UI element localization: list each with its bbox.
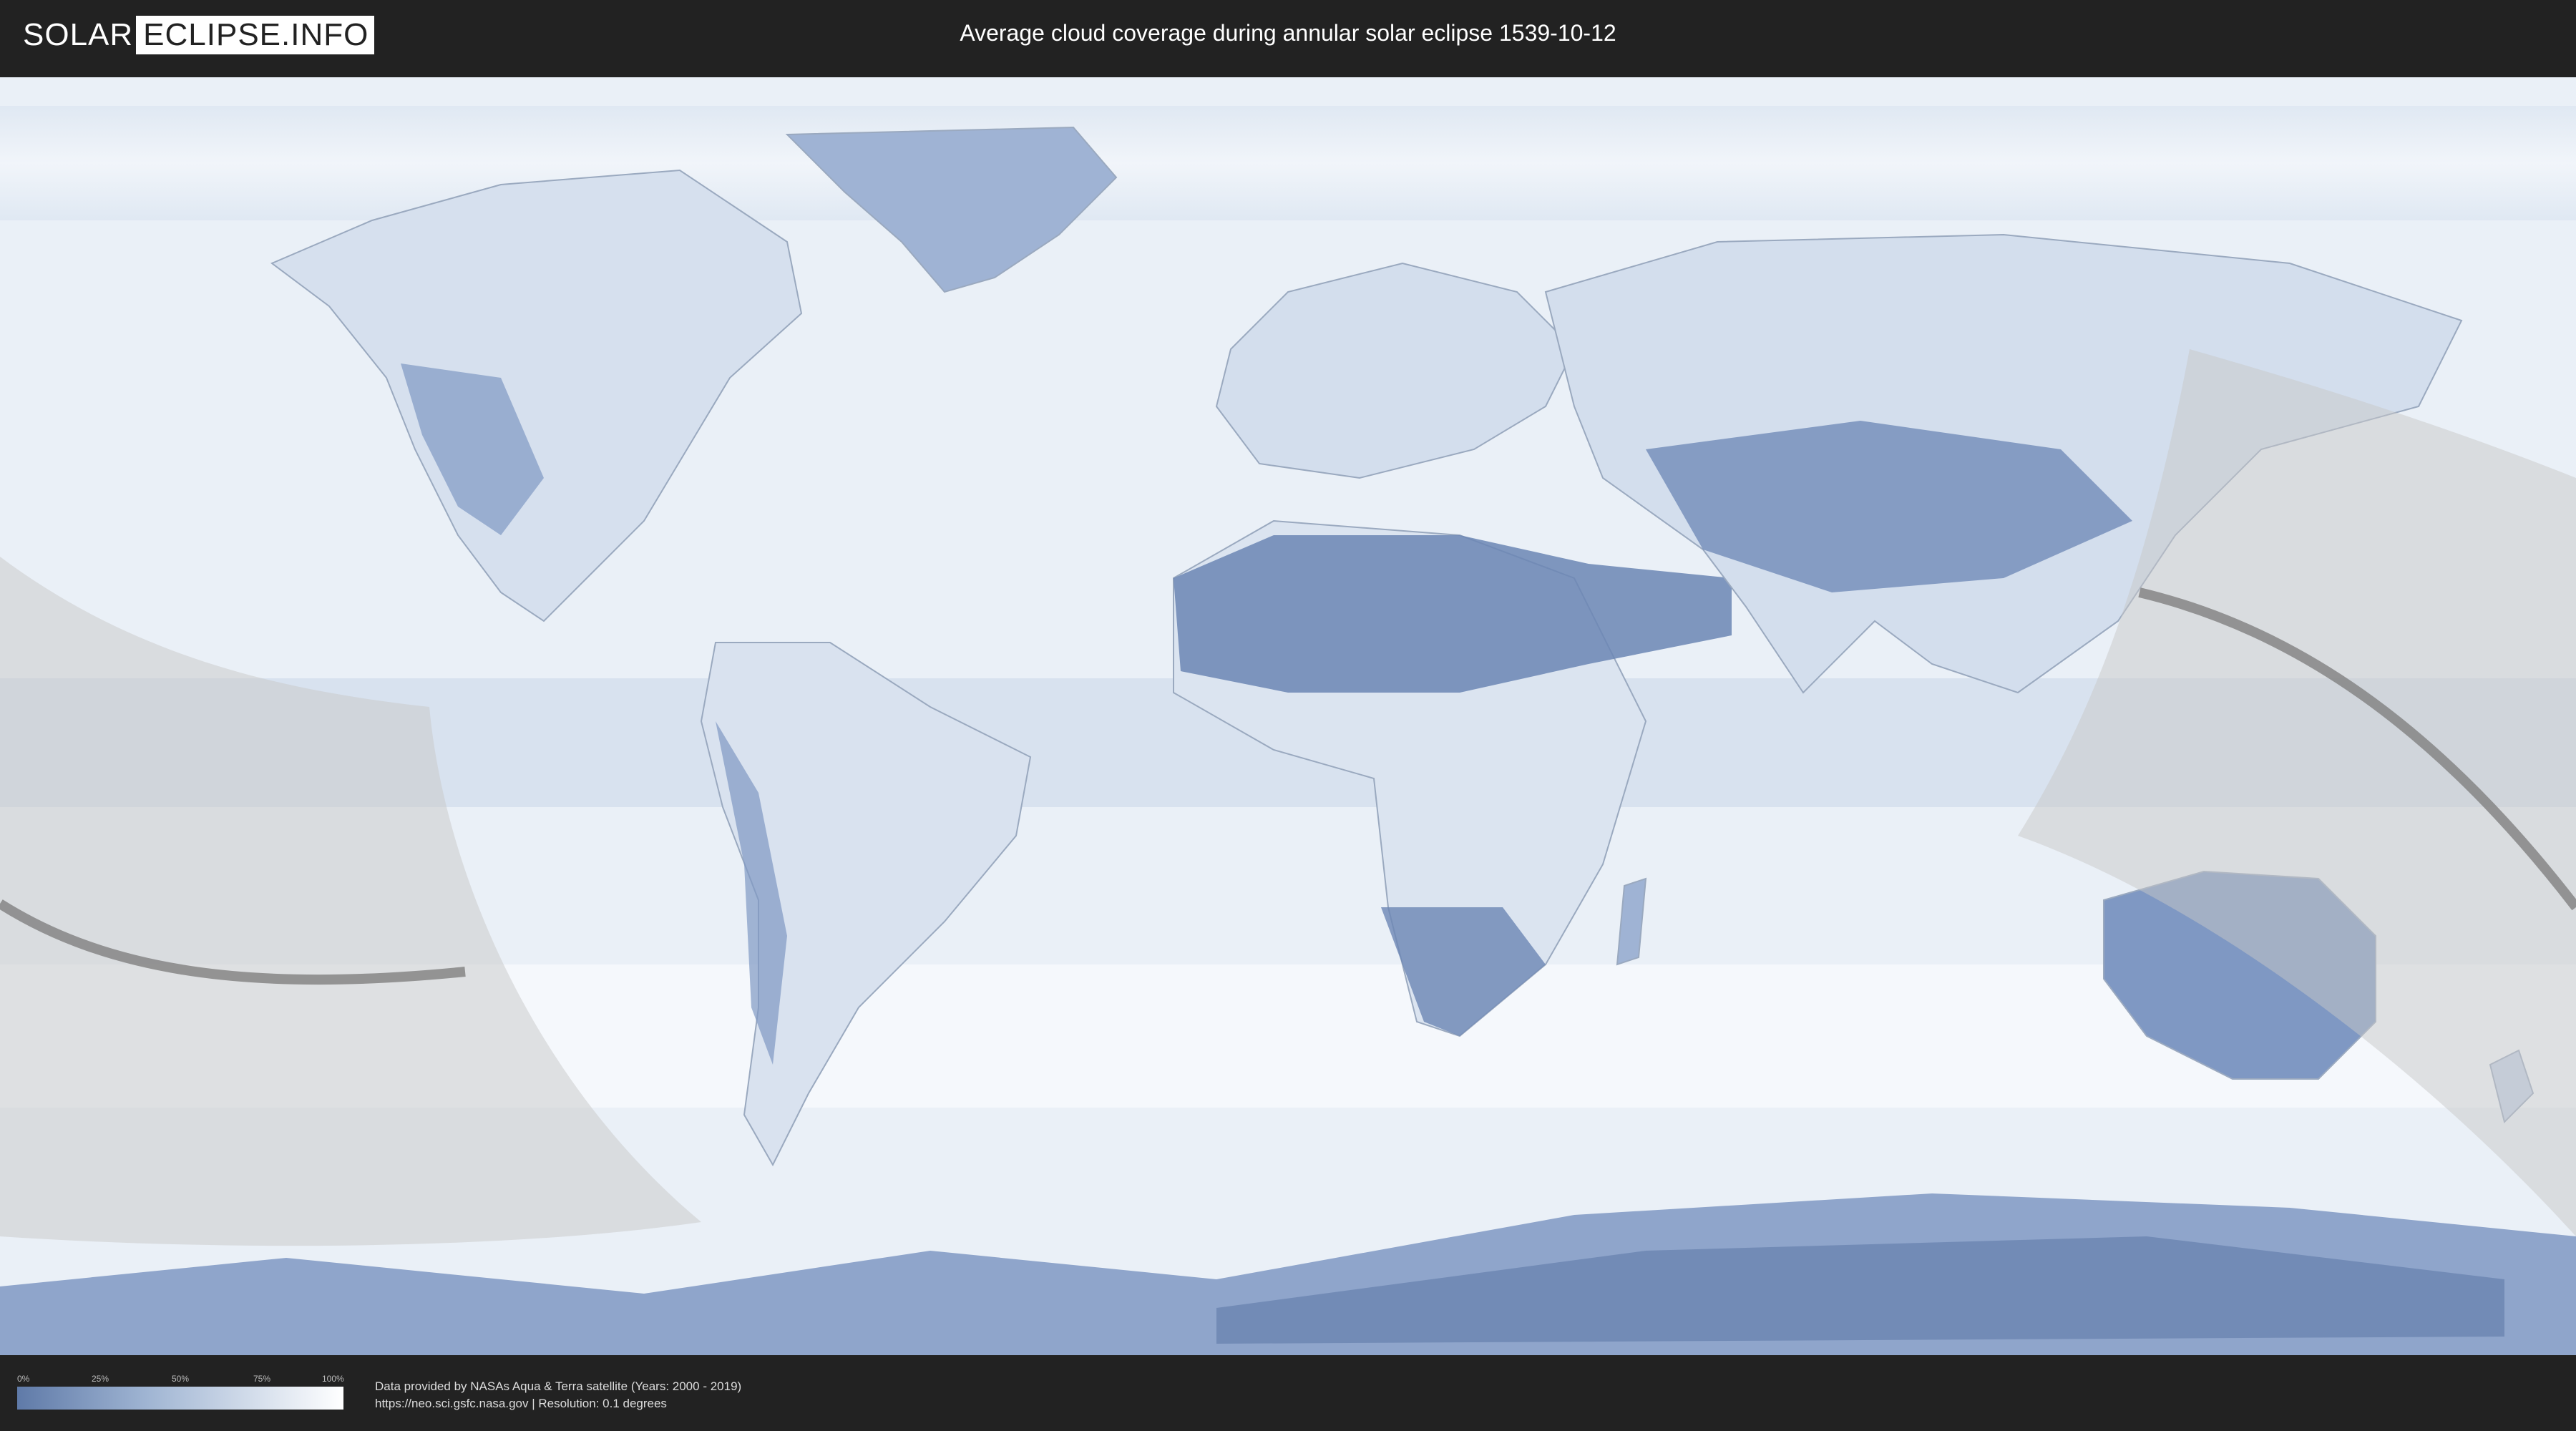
legend-tick: 50% [172, 1374, 190, 1384]
world-map-svg [0, 77, 2576, 1355]
legend-tick: 25% [92, 1374, 109, 1384]
legend-tick: 100% [322, 1374, 344, 1384]
legend-gradient-bar [17, 1387, 343, 1410]
legend-tick: 75% [253, 1374, 271, 1384]
data-credits: Data provided by NASAs Aqua & Terra sate… [375, 1378, 741, 1412]
page-title: Average cloud coverage during annular so… [960, 20, 1616, 46]
legend-ticks: 0% 25% 50% 75% 100% [17, 1374, 344, 1387]
legend-tick: 0% [17, 1374, 30, 1384]
credit-source: Data provided by NASAs Aqua & Terra sate… [375, 1379, 742, 1393]
credit-url-resolution: https://neo.sci.gsfc.nasa.gov | Resoluti… [375, 1397, 667, 1410]
cloud-band-north [0, 106, 2576, 220]
cloud-coverage-map[interactable] [0, 77, 2576, 1355]
cloud-coverage-legend: 0% 25% 50% 75% 100% [17, 1374, 344, 1410]
